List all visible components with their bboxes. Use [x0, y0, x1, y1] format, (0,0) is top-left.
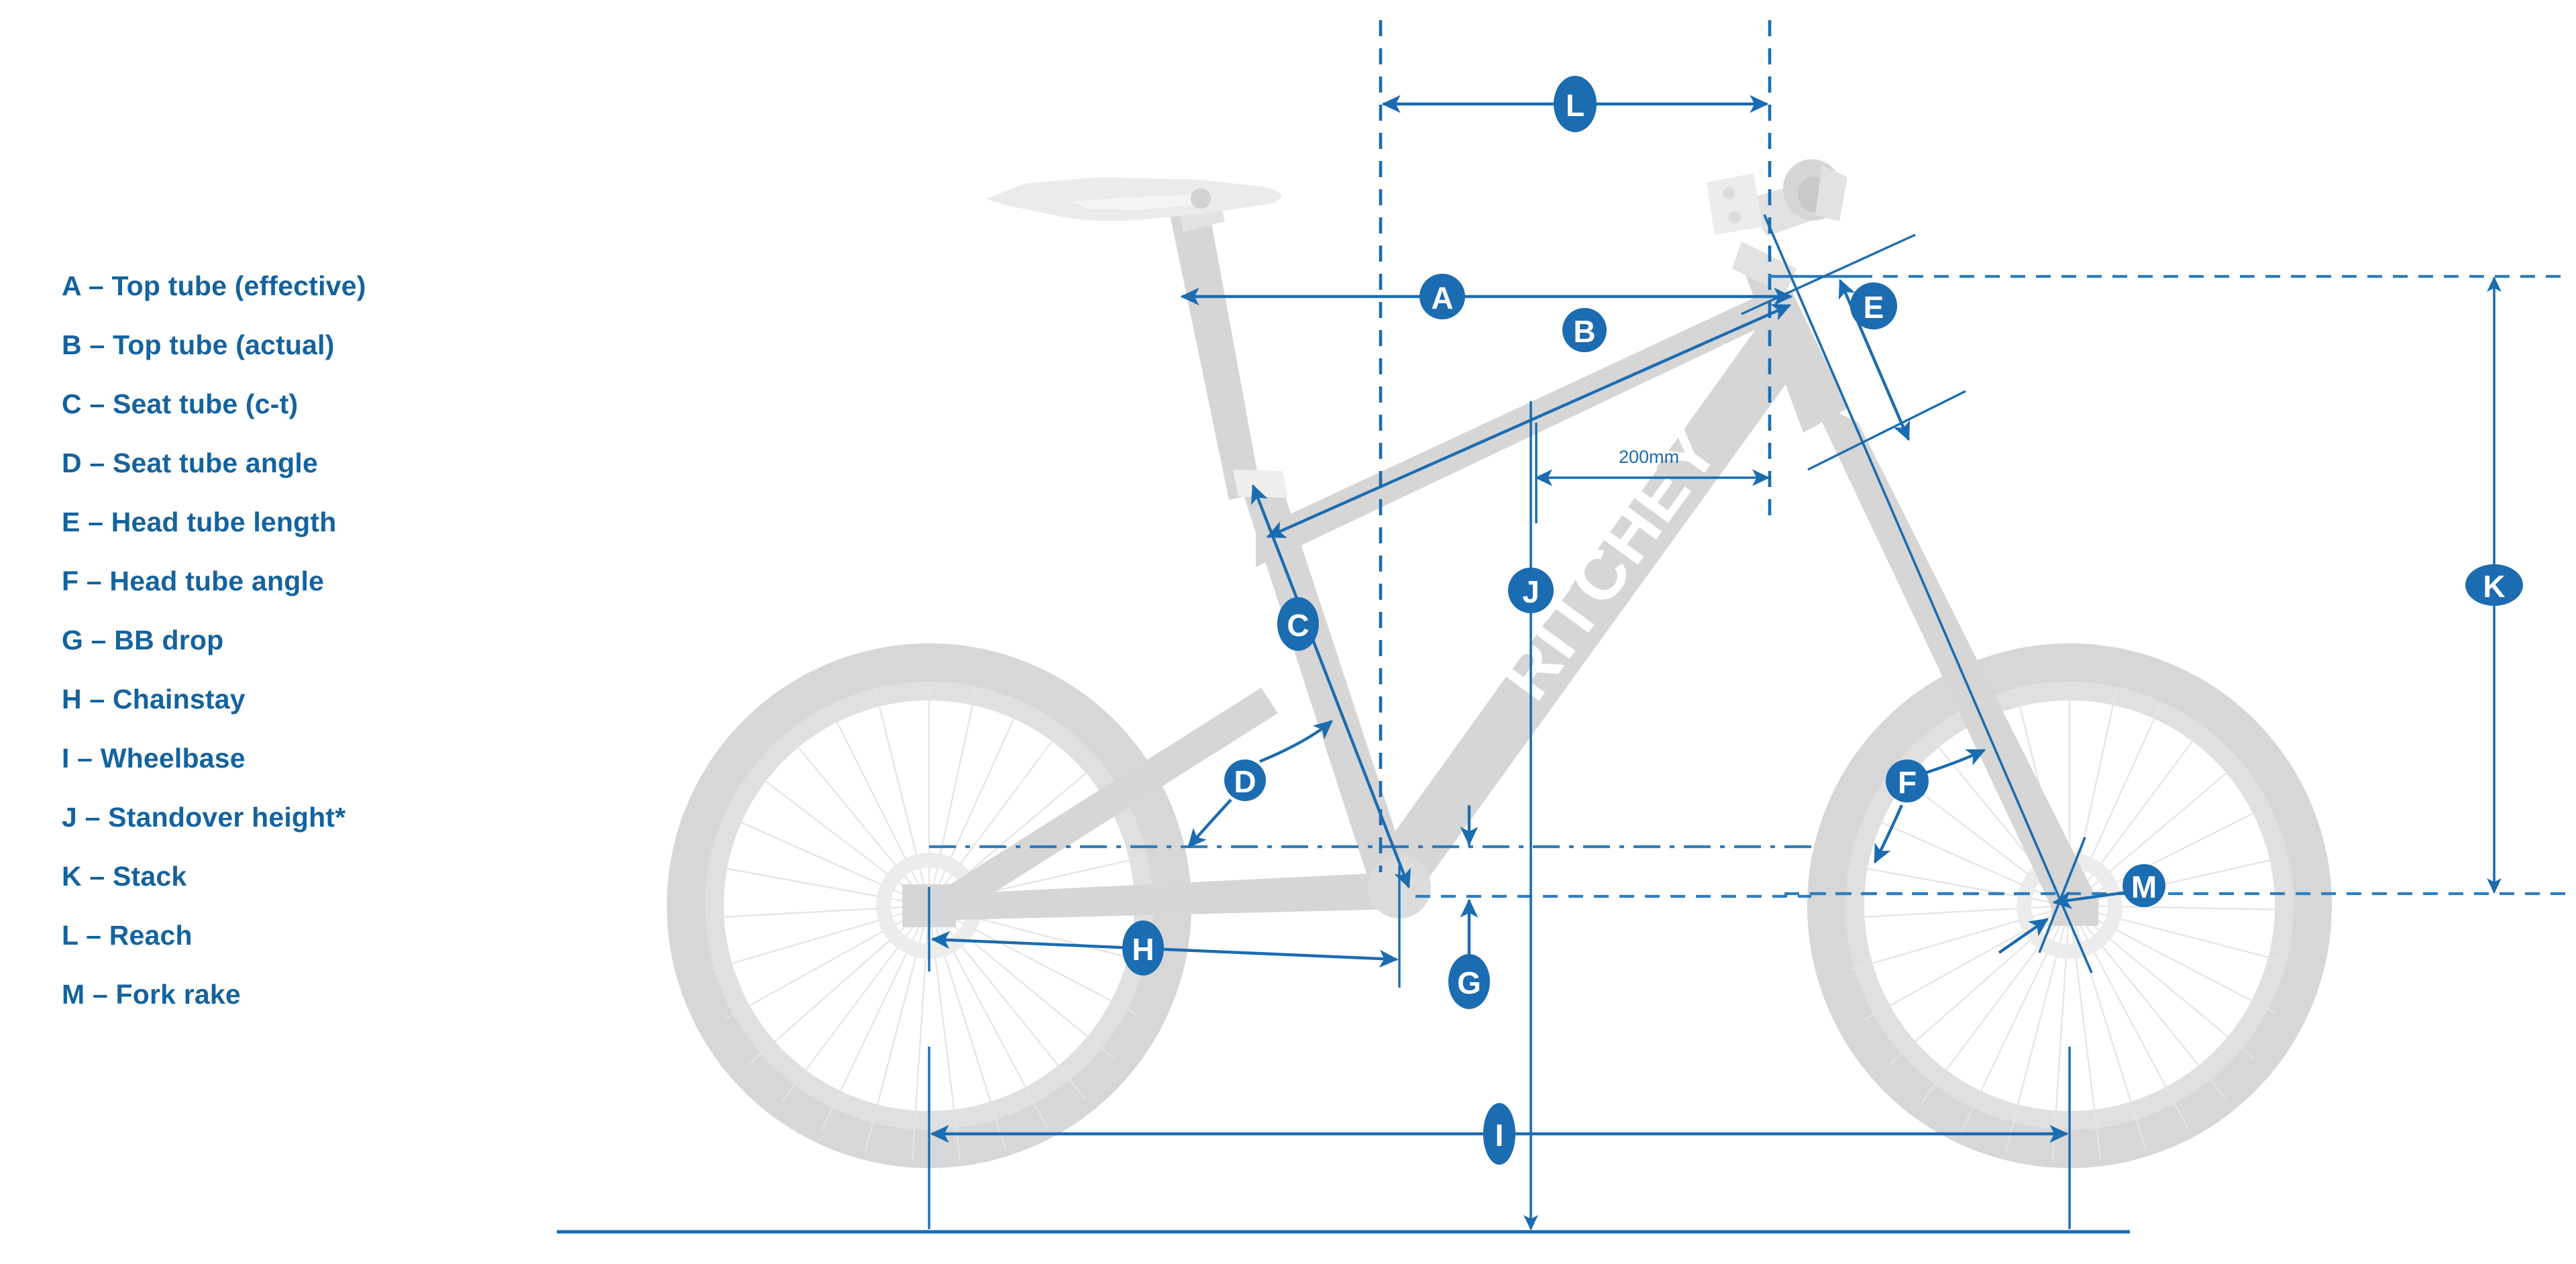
dimension-standover-J: J — [1508, 401, 1554, 1231]
dimension-bb-drop-G: G — [1415, 805, 1811, 1009]
stem-faceplate — [1707, 173, 1763, 235]
stem-bolt-lower — [1729, 211, 1741, 223]
badge-G-label: G — [1457, 965, 1481, 1000]
badge-H-label: H — [1132, 932, 1154, 967]
offset-200mm-label: 200mm — [1619, 447, 1679, 467]
badge-I-label: I — [1495, 1118, 1504, 1153]
geometry-diagram-page: A – Top tube (effective) B – Top tube (a… — [0, 0, 2576, 1264]
frame — [902, 271, 1848, 927]
badge-J-label: J — [1522, 574, 1540, 609]
badge-C-label: C — [1287, 608, 1309, 643]
bike-geometry-svg: RITCHEY L A B E 200mm C D H G J F M K I — [557, 20, 2569, 1234]
headangle-arrow-up — [1925, 749, 1986, 775]
dimension-top-tube-effective-A: A — [1180, 274, 1793, 319]
seat-clamp — [1233, 470, 1288, 498]
dimension-reach-L: L — [1381, 76, 1769, 132]
badge-L-label: L — [1566, 88, 1585, 123]
badge-B-label: B — [1573, 314, 1595, 349]
badge-K-label: K — [2483, 569, 2505, 604]
frame-logo-text: RITCHEY — [1486, 413, 1734, 714]
dimension-stack-K: K — [2465, 276, 2523, 894]
seattube-angle-arrow-down — [1187, 798, 1232, 848]
bike-silhouette: RITCHEY — [667, 159, 2332, 1168]
stem-bolt-upper — [1723, 187, 1735, 199]
saddle-rail-clamp — [1191, 189, 1211, 209]
seatpost-and-saddle — [986, 177, 1288, 500]
frame-logo: RITCHEY — [1486, 413, 1734, 714]
badge-D-label: D — [1234, 764, 1256, 799]
badge-F-label: F — [1898, 765, 1917, 800]
badge-A-label: A — [1431, 280, 1453, 315]
seattube-arrow-line — [1250, 484, 1411, 889]
badge-E-label: E — [1864, 290, 1884, 325]
seat-post — [1170, 201, 1261, 500]
dimension-seat-tube-C: C — [1250, 484, 1411, 889]
badge-M-label: M — [2131, 870, 2157, 904]
